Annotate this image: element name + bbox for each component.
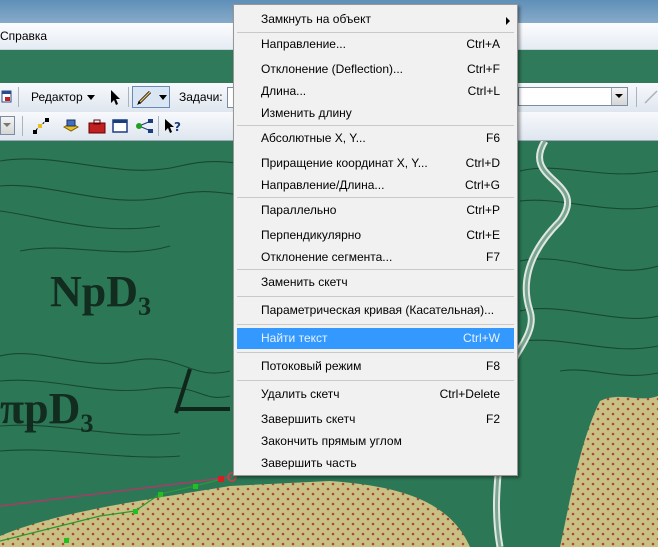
- disabled-line-icon: [644, 90, 658, 104]
- menu-separator: [237, 352, 514, 353]
- menu-item-change-length[interactable]: Изменить длину: [237, 103, 514, 124]
- menu-item-streaming-mode[interactable]: Потоковый режим F8: [237, 356, 514, 377]
- toolbar-separator: [636, 87, 637, 107]
- window-icon: [112, 119, 128, 133]
- toolbox-icon: [88, 119, 106, 134]
- menu-item-absolute-xy[interactable]: Абсолютные X, Y... F6: [237, 128, 514, 149]
- menu-separator: [237, 125, 514, 126]
- menu-separator: [237, 380, 514, 381]
- menu-item-replace-sketch[interactable]: Заменить скетч: [237, 272, 514, 293]
- network-icon: [136, 119, 153, 133]
- layer-dropdown[interactable]: [0, 116, 15, 135]
- menu-item-delta-xy[interactable]: Приращение координат X, Y... Ctrl+D: [237, 153, 514, 174]
- help-tool-button[interactable]: ?: [162, 116, 184, 136]
- dropdown-arrow-icon: [87, 95, 95, 100]
- network-tool-button[interactable]: [134, 116, 156, 136]
- menu-item-deflection[interactable]: Отклонение (Deflection)... Ctrl+F: [237, 59, 514, 80]
- menu-item-tangent-curve[interactable]: Параметрическая кривая (Касательная)...: [237, 300, 514, 321]
- tasks-label: Задачи:: [179, 90, 223, 104]
- sketch-context-menu: Замкнуть на объект Направление... Ctrl+A…: [233, 4, 518, 476]
- menu-separator: [237, 296, 514, 297]
- dropdown-arrow-icon: [159, 95, 167, 100]
- menu-separator: [237, 197, 514, 198]
- menu-separator: [237, 324, 514, 325]
- vertex-tool-button[interactable]: [30, 116, 52, 136]
- disabled-tool-button[interactable]: [642, 87, 658, 107]
- menu-separator: [237, 32, 514, 33]
- chevron-down-icon: [3, 123, 11, 127]
- menu-item-snap-to-feature[interactable]: Замкнуть на объект: [237, 9, 514, 30]
- editor-label: Редактор: [31, 90, 83, 104]
- vertex-edit-icon: [33, 118, 49, 134]
- sketch-tool-button[interactable]: [132, 86, 170, 108]
- menu-help[interactable]: Справка: [0, 29, 47, 43]
- menu-item-length[interactable]: Длина... Ctrl+L: [237, 81, 514, 102]
- toolbar-separator: [22, 116, 23, 136]
- svg-text:?: ?: [174, 120, 181, 134]
- menu-item-finish-sketch[interactable]: Завершить скетч F2: [237, 409, 514, 430]
- menu-item-direction[interactable]: Направление... Ctrl+A: [237, 34, 514, 55]
- menu-item-find-text[interactable]: Найти текст Ctrl+W: [237, 328, 514, 349]
- toolbar-separator: [158, 116, 159, 136]
- help-pointer-icon: ?: [165, 119, 181, 134]
- submenu-arrow-icon: [506, 17, 510, 25]
- menu-separator: [237, 269, 514, 270]
- map-label-top: NpD₃: [50, 267, 151, 316]
- pointer-arrow-icon: [111, 90, 120, 105]
- editor-menu-button[interactable]: Редактор: [26, 87, 98, 107]
- map-label-bottom: πpD₃: [0, 384, 94, 433]
- menu-item-finish-part[interactable]: Завершить часть: [237, 453, 514, 474]
- menu-item-delete-sketch[interactable]: Удалить скетч Ctrl+Delete: [237, 384, 514, 405]
- toolbox-tool-button[interactable]: [86, 116, 108, 136]
- menu-item-parallel[interactable]: Параллельно Ctrl+P: [237, 200, 514, 221]
- shapes-icon: [62, 119, 80, 132]
- menu-item-square-and-finish[interactable]: Закончить прямым углом: [237, 431, 514, 452]
- shapes-tool-button[interactable]: [60, 116, 82, 136]
- menu-item-direction-length[interactable]: Направление/Длина... Ctrl+G: [237, 175, 514, 196]
- pencil-icon: [137, 90, 152, 105]
- toolbar-separator: [18, 87, 19, 107]
- window-icon-button[interactable]: [0, 87, 12, 107]
- window-icon: [1, 90, 12, 103]
- target-dropdown-arrow[interactable]: [611, 88, 627, 105]
- menu-item-perpendicular[interactable]: Перпендикулярно Ctrl+E: [237, 225, 514, 246]
- chevron-down-icon: [615, 94, 623, 98]
- window-tool-button[interactable]: [110, 116, 130, 136]
- toolbar-separator: [128, 87, 129, 107]
- edit-tool-button[interactable]: [104, 87, 124, 107]
- target-dropdown[interactable]: [518, 87, 628, 106]
- menu-item-segment-deflection[interactable]: Отклонение сегмента... F7: [237, 247, 514, 268]
